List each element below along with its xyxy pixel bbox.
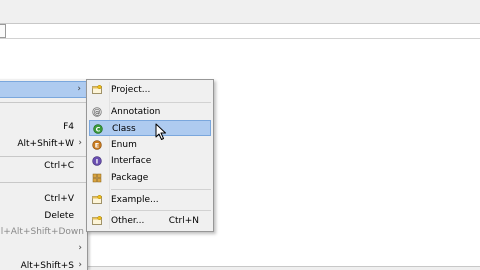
menu-separator [0, 182, 88, 183]
menu-item-shortcut: Ctrl+C [44, 161, 74, 171]
interface-icon: I [92, 156, 102, 166]
mouse-pointer-icon [155, 123, 166, 140]
menu-item-shortcut: Alt+Shift+W [17, 139, 74, 149]
submenu-separator [111, 189, 211, 190]
menu-separator [0, 156, 88, 157]
editor-corner-cell [0, 24, 6, 38]
submenu-item-enum[interactable]: E Enum [89, 137, 211, 153]
menu-item-show-in[interactable]: Alt+Shift+W › [0, 136, 88, 153]
menu-separator [0, 102, 88, 103]
submenu-item-annotation[interactable]: @ Annotation [89, 104, 211, 120]
menu-item-properties[interactable]: F4 [0, 119, 88, 136]
submenu-arrow-icon: › [78, 260, 82, 270]
context-menu: › F4 Alt+Shift+W › Ctrl+C Ctrl+V Delete … [0, 80, 88, 270]
submenu-separator [111, 102, 211, 103]
submenu-item-label: Example... [111, 195, 159, 205]
other-icon [92, 216, 102, 225]
submenu-item-label: Other... [111, 216, 145, 226]
submenu-item-label: Class [112, 124, 136, 134]
menu-item-submenu[interactable]: › [0, 241, 88, 258]
menu-item-source[interactable]: Alt+Shift+S › [0, 258, 88, 270]
submenu-item-label: Enum [111, 140, 137, 150]
submenu-item-label: Annotation [111, 107, 161, 117]
submenu-item-interface[interactable]: I Interface [89, 153, 211, 169]
submenu-item-label: Package [111, 173, 149, 183]
menu-item-shortcut: Ctrl+V [44, 194, 74, 204]
project-icon [92, 85, 102, 94]
menu-item-shortcut: Delete [44, 211, 74, 221]
svg-text:@: @ [94, 109, 101, 117]
example-icon [92, 195, 102, 204]
submenu-item-class[interactable]: C Class [89, 120, 211, 136]
enum-icon: E [92, 140, 102, 150]
menu-item-paste[interactable]: Ctrl+V [0, 191, 88, 208]
submenu-separator [111, 210, 211, 211]
menu-item-shortcut: F4 [63, 122, 74, 132]
package-icon [92, 173, 102, 183]
submenu-item-example[interactable]: Example... [89, 192, 211, 208]
svg-text:C: C [96, 125, 101, 133]
top-toolbar-area [0, 0, 480, 24]
submenu-item-shortcut: Ctrl+N [168, 216, 199, 226]
menu-item-shortcut: Alt+Shift+S [20, 261, 74, 270]
svg-text:I: I [96, 157, 98, 165]
submenu-arrow-icon: › [78, 243, 82, 253]
class-icon: C [93, 124, 103, 134]
submenu-item-project[interactable]: Project... [89, 82, 211, 98]
submenu-item-label: Interface [111, 156, 152, 166]
menu-item-copy[interactable]: Ctrl+C [0, 158, 88, 175]
new-submenu: Project... @ Annotation C Class E Enum I… [86, 79, 214, 232]
submenu-item-other[interactable]: Other... Ctrl+N [89, 213, 211, 229]
submenu-arrow-icon: › [77, 84, 81, 94]
submenu-item-package[interactable]: Package [89, 170, 211, 186]
menu-item-new[interactable]: › [0, 81, 88, 98]
annotation-icon: @ [92, 107, 102, 117]
submenu-arrow-icon: › [78, 138, 82, 148]
menu-item-shortcut: l+Alt+Shift+Down [0, 227, 84, 237]
menu-item-delete[interactable]: Delete [0, 208, 88, 225]
submenu-item-label: Project... [111, 85, 151, 95]
menu-item-move[interactable]: l+Alt+Shift+Down [0, 224, 88, 241]
svg-text:E: E [95, 141, 99, 149]
